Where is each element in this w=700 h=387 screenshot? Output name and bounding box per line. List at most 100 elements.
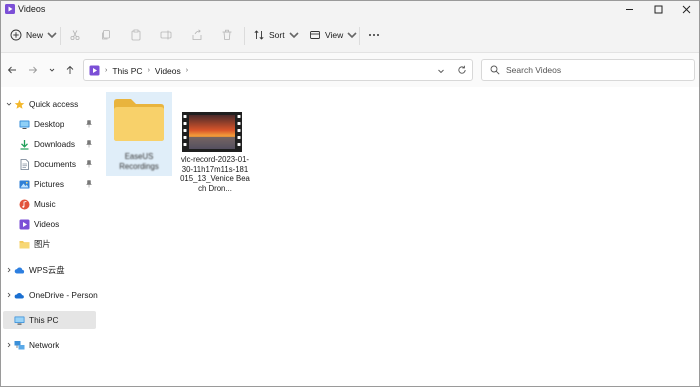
- file-name: EaseUS Recordings: [119, 152, 159, 171]
- close-icon: [682, 5, 690, 14]
- chevron-down-icon: [289, 32, 299, 39]
- star-icon: [14, 99, 25, 109]
- sidebar-item-music[interactable]: Music: [19, 195, 98, 213]
- recent-locations-button[interactable]: [46, 64, 58, 76]
- minimize-icon: [625, 9, 633, 10]
- sort-icon: [254, 30, 264, 40]
- sidebar-item-label: Documents: [34, 159, 76, 169]
- file-item-folder[interactable]: EaseUS Recordings: [106, 92, 172, 176]
- address-bar[interactable]: › This PC › Videos ›: [83, 59, 473, 81]
- network-icon: [14, 340, 25, 349]
- new-label: New: [26, 30, 44, 40]
- sidebar-item-network[interactable]: Network: [14, 336, 98, 354]
- address-history-dropdown-icon[interactable]: [437, 67, 445, 75]
- command-bar: New Sort View: [1, 18, 699, 53]
- clipboard-icon: [131, 29, 141, 41]
- cut-button[interactable]: [69, 27, 81, 43]
- arrow-right-icon: [29, 66, 38, 74]
- search-input[interactable]: [506, 63, 686, 77]
- rename-button[interactable]: [160, 27, 172, 43]
- window-title: Videos: [18, 4, 46, 14]
- computer-icon: [14, 316, 25, 325]
- sidebar-item-videos[interactable]: Videos: [19, 215, 98, 233]
- title-bar: Videos: [1, 1, 699, 18]
- document-icon: [20, 158, 29, 170]
- sidebar-item-onedrive[interactable]: OneDrive - Personal: [14, 286, 98, 304]
- delete-button[interactable]: [221, 27, 233, 43]
- chevron-down-icon: [47, 32, 57, 39]
- sort-label: Sort: [269, 30, 285, 40]
- refresh-icon[interactable]: [457, 65, 467, 75]
- sidebar-item-label: Music: [34, 199, 56, 209]
- more-options-button[interactable]: [368, 27, 380, 43]
- breadcrumb-separator-icon: ›: [105, 67, 108, 74]
- videos-app-icon: [5, 4, 15, 14]
- chevron-right-icon[interactable]: [6, 292, 12, 298]
- breadcrumb-videos[interactable]: Videos: [155, 66, 181, 76]
- paste-button[interactable]: [130, 27, 142, 43]
- video-thumbnail-icon: [182, 112, 242, 152]
- music-icon: [19, 199, 30, 209]
- minimize-button[interactable]: [615, 1, 643, 18]
- file-item-video[interactable]: vlc-record-2023-01-30-11h17m11s-181015_1…: [180, 108, 250, 194]
- chevron-right-icon[interactable]: [6, 267, 12, 273]
- breadcrumb: › This PC › Videos ›: [89, 65, 193, 76]
- new-button[interactable]: New: [10, 27, 58, 43]
- folder-icon: [19, 240, 30, 248]
- pictures-icon: [19, 180, 30, 188]
- file-list: EaseUS Recordings vlc-record-2023-01-30-…: [101, 88, 699, 386]
- search-box[interactable]: [481, 59, 695, 81]
- arrow-up-icon: [66, 65, 74, 74]
- maximize-icon: [654, 5, 662, 14]
- pin-icon: [86, 180, 92, 188]
- breadcrumb-separator-icon: ›: [147, 67, 150, 74]
- copy-icon: [102, 30, 110, 40]
- chevron-right-icon[interactable]: [6, 342, 12, 348]
- chevron-down-icon: [347, 32, 357, 39]
- sidebar-item-label: Quick access: [29, 99, 79, 109]
- sidebar-item-quick-access[interactable]: Quick access: [14, 95, 98, 113]
- breadcrumb-this-pc[interactable]: This PC: [112, 66, 142, 76]
- back-button[interactable]: [6, 64, 18, 76]
- view-label: View: [325, 30, 344, 40]
- close-button[interactable]: [672, 1, 700, 18]
- maximize-button[interactable]: [644, 1, 672, 18]
- sidebar-item-label: OneDrive - Personal: [29, 290, 98, 300]
- download-icon: [20, 139, 29, 150]
- toolbar-divider: [359, 27, 360, 45]
- view-icon: [310, 31, 320, 39]
- sidebar-item-label: Videos: [34, 219, 60, 229]
- trash-icon: [222, 29, 232, 40]
- search-icon: [490, 65, 500, 75]
- pin-icon: [86, 140, 92, 148]
- rename-icon: [160, 30, 172, 40]
- sidebar-item-pictures-cn[interactable]: 图片: [19, 235, 98, 253]
- videos-icon: [19, 219, 30, 229]
- forward-button[interactable]: [27, 64, 39, 76]
- desktop-icon: [19, 120, 30, 129]
- sidebar-item-label: Desktop: [34, 119, 65, 129]
- file-name: vlc-record-2023-01-30-11h17m11s-181015_1…: [180, 155, 250, 193]
- pin-icon: [86, 120, 92, 128]
- sidebar-item-label: Network: [29, 340, 60, 350]
- sidebar-item-label: This PC: [29, 315, 59, 325]
- file-explorer-window: Videos New Sort View › This PC › Videos …: [0, 0, 700, 387]
- chevron-down-icon: [49, 68, 55, 72]
- up-button[interactable]: [64, 64, 76, 76]
- chevron-down-icon[interactable]: [6, 101, 12, 107]
- videos-icon: [89, 65, 100, 76]
- address-row: › This PC › Videos ›: [1, 53, 699, 87]
- navigation-pane: Quick access Desktop Downloads Documents…: [1, 88, 99, 386]
- sort-button[interactable]: Sort: [253, 27, 300, 43]
- onedrive-icon: [14, 292, 24, 298]
- sidebar-item-label: Pictures: [34, 179, 64, 189]
- cloud-icon: [14, 267, 25, 273]
- sidebar-item-wps-cloud[interactable]: WPS云盘: [14, 261, 98, 279]
- copy-button[interactable]: [100, 27, 112, 43]
- share-button[interactable]: [191, 27, 203, 43]
- share-icon: [192, 29, 202, 40]
- folder-icon: [114, 99, 164, 141]
- view-button[interactable]: View: [309, 27, 358, 43]
- sidebar-item-this-pc[interactable]: This PC: [3, 311, 96, 329]
- arrow-left-icon: [7, 66, 16, 74]
